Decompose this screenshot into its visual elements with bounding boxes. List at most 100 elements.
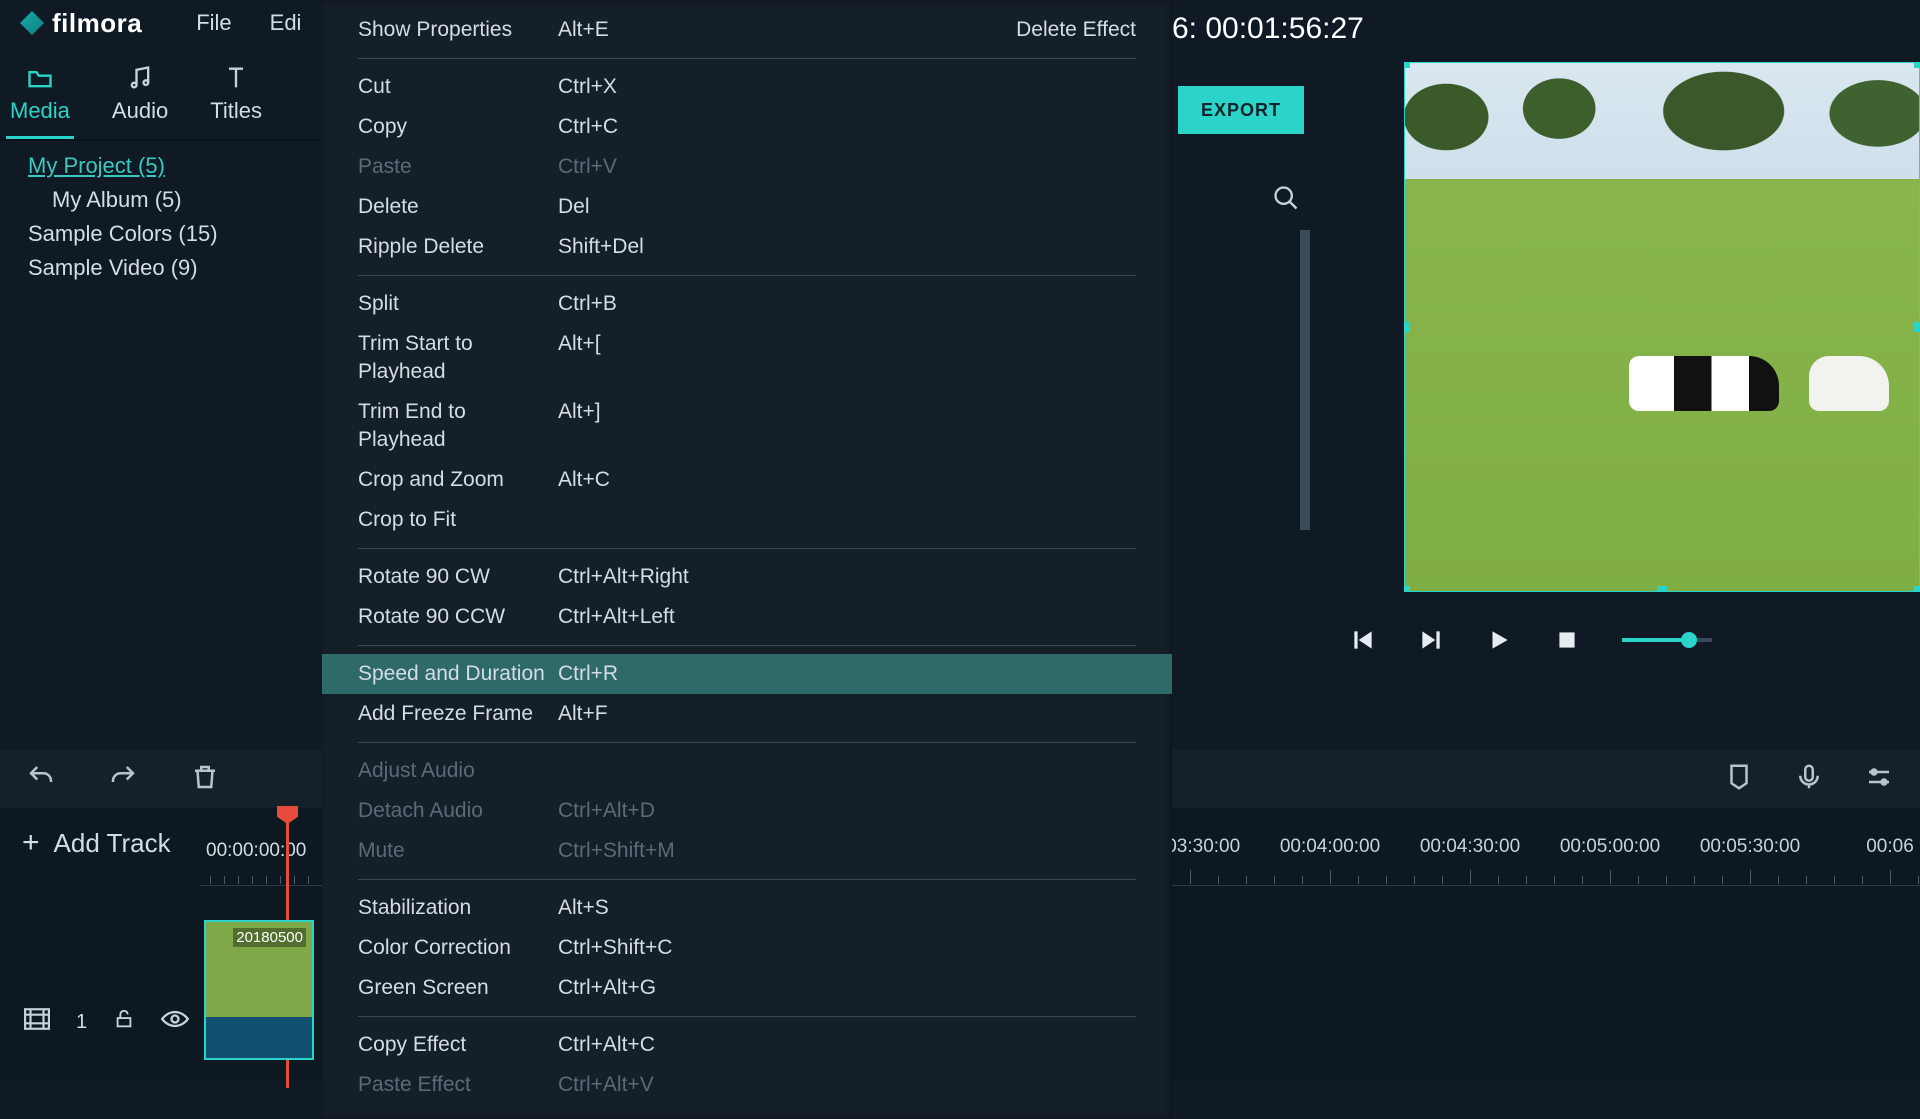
menu-item-shortcut: Ctrl+Alt+Right — [558, 563, 738, 591]
tab-label: Titles — [210, 98, 262, 124]
context-menu-item: Adjust Audio — [322, 751, 1172, 791]
lock-icon[interactable] — [113, 1008, 135, 1036]
menu-item-shortcut: Ctrl+Alt+Left — [558, 603, 738, 631]
menu-item-label: Stabilization — [358, 894, 558, 922]
menu-edit[interactable]: Edi — [270, 10, 302, 36]
transform-handle[interactable] — [1404, 322, 1410, 332]
stop-button[interactable] — [1554, 627, 1580, 653]
undo-button[interactable] — [26, 762, 56, 797]
transform-handle[interactable] — [1914, 62, 1920, 68]
filmstrip-icon — [24, 1008, 50, 1036]
menu-item-label: Ripple Delete — [358, 233, 558, 261]
tab-label: Media — [10, 98, 70, 124]
volume-slider[interactable] — [1622, 638, 1712, 642]
context-menu-item[interactable]: CutCtrl+X — [322, 67, 1172, 107]
add-track-label: Add Track — [54, 828, 171, 859]
transform-handle[interactable] — [1914, 322, 1920, 332]
eye-icon[interactable] — [161, 1009, 189, 1035]
search-icon[interactable] — [1272, 184, 1300, 217]
menu-item-label: Add Freeze Frame — [358, 700, 558, 728]
export-button[interactable]: EXPORT — [1178, 86, 1304, 134]
transform-handle[interactable] — [1657, 586, 1667, 592]
step-forward-button[interactable] — [1418, 627, 1444, 653]
menu-item-shortcut: Ctrl+C — [558, 113, 738, 141]
add-track-button[interactable]: + Add Track — [0, 826, 171, 860]
context-menu-item[interactable]: Trim End to PlayheadAlt+] — [322, 392, 1172, 460]
delete-button[interactable] — [190, 762, 220, 797]
context-menu-item: Detach AudioCtrl+Alt+D — [322, 791, 1172, 831]
context-menu-item: PasteCtrl+V — [322, 147, 1172, 187]
media-scrollbar[interactable] — [1300, 230, 1310, 530]
scrollbar-thumb[interactable] — [1300, 230, 1310, 530]
transform-handle[interactable] — [1914, 586, 1920, 592]
menu-item-shortcut: Ctrl+Shift+C — [558, 934, 738, 962]
preview-scene — [1405, 63, 1919, 183]
tree-item[interactable]: My Album (5) — [28, 183, 320, 217]
track-header: 1 — [0, 1008, 189, 1036]
menu-item-label: Adjust Audio — [358, 757, 558, 785]
menu-item-shortcut: Ctrl+R — [558, 660, 738, 688]
menu-file[interactable]: File — [196, 10, 231, 36]
tree-item[interactable]: Sample Colors (15) — [28, 217, 320, 251]
redo-button[interactable] — [108, 762, 138, 797]
context-menu-item[interactable]: DeleteDel — [322, 187, 1172, 227]
context-menu-item[interactable]: Crop and ZoomAlt+C — [322, 460, 1172, 500]
transform-handle[interactable] — [1404, 586, 1410, 592]
context-menu-item[interactable]: Rotate 90 CWCtrl+Alt+Right — [322, 557, 1172, 597]
context-menu-item[interactable]: Delete Effect — [1016, 16, 1136, 44]
context-menu-item[interactable]: Trim Start to PlayheadAlt+[ — [322, 324, 1172, 392]
menu-item-label: Trim Start to Playhead — [358, 330, 558, 386]
context-menu-item[interactable]: StabilizationAlt+S — [322, 888, 1172, 928]
step-back-button[interactable] — [1350, 627, 1376, 653]
tree-item-selected[interactable]: My Project (5) — [28, 149, 320, 183]
menu-item-label: Detach Audio — [358, 797, 558, 825]
context-menu-item[interactable]: Show PropertiesAlt+EDelete Effect — [322, 10, 1172, 50]
context-menu-item[interactable]: Speed and DurationCtrl+R — [322, 654, 1172, 694]
context-menu-item[interactable]: SplitCtrl+B — [322, 284, 1172, 324]
context-menu-item[interactable]: Add Freeze FrameAlt+F — [322, 694, 1172, 734]
marker-button[interactable] — [1724, 762, 1754, 797]
menu-separator — [358, 275, 1136, 276]
mixer-button[interactable] — [1864, 762, 1894, 797]
text-icon — [222, 64, 250, 92]
playhead-handle[interactable] — [277, 806, 298, 824]
plus-icon: + — [22, 826, 40, 860]
context-menu-item[interactable]: Rotate 90 CCWCtrl+Alt+Left — [322, 597, 1172, 637]
transform-handle[interactable] — [1404, 62, 1410, 68]
play-button[interactable] — [1486, 627, 1512, 653]
menu-item-label: Show Properties — [358, 16, 558, 44]
tab-label: Audio — [112, 98, 168, 124]
context-menu-item[interactable]: CopyCtrl+C — [322, 107, 1172, 147]
context-menu-item[interactable]: Copy EffectCtrl+Alt+C — [322, 1025, 1172, 1065]
menu-item-shortcut: Alt+] — [558, 398, 738, 454]
context-menu-item[interactable]: Ripple DeleteShift+Del — [322, 227, 1172, 267]
tree-item[interactable]: Sample Video (9) — [28, 251, 320, 285]
clip-label: 20180500 — [233, 928, 306, 947]
context-menu-item[interactable]: Crop to Fit — [322, 500, 1172, 540]
volume-knob[interactable] — [1681, 632, 1697, 648]
menu-item-label: Cut — [358, 73, 558, 101]
menu-separator — [358, 645, 1136, 646]
record-voiceover-button[interactable] — [1794, 762, 1824, 797]
context-menu-item: MuteCtrl+Shift+M — [322, 831, 1172, 871]
menu-item-label: Mute — [358, 837, 558, 865]
menu-item-label: Green Screen — [358, 974, 558, 1002]
tab-audio[interactable]: Audio — [108, 56, 172, 139]
tab-media[interactable]: Media — [6, 56, 74, 139]
menu-item-label: Crop to Fit — [358, 506, 558, 534]
menu-item-shortcut — [558, 757, 738, 785]
menu-item-label: Color Correction — [358, 934, 558, 962]
context-menu-item[interactable]: Color CorrectionCtrl+Shift+C — [322, 928, 1172, 968]
menu-item-label: Rotate 90 CCW — [358, 603, 558, 631]
timeline-clip[interactable]: 20180500 — [204, 920, 314, 1060]
preview-controls — [1330, 610, 1920, 670]
preview-scene — [1629, 356, 1779, 411]
tab-titles[interactable]: Titles — [206, 56, 266, 139]
ruler-label: 00:05:00:00 — [1560, 836, 1660, 858]
menu-item-shortcut: Del — [558, 193, 738, 221]
menu-item-label: Speed and Duration — [358, 660, 558, 688]
context-menu-item[interactable]: Green ScreenCtrl+Alt+G — [322, 968, 1172, 1008]
menu-item-shortcut: Alt+C — [558, 466, 738, 494]
preview-canvas[interactable] — [1404, 62, 1920, 592]
ruler-label: 00:06 — [1866, 836, 1914, 858]
